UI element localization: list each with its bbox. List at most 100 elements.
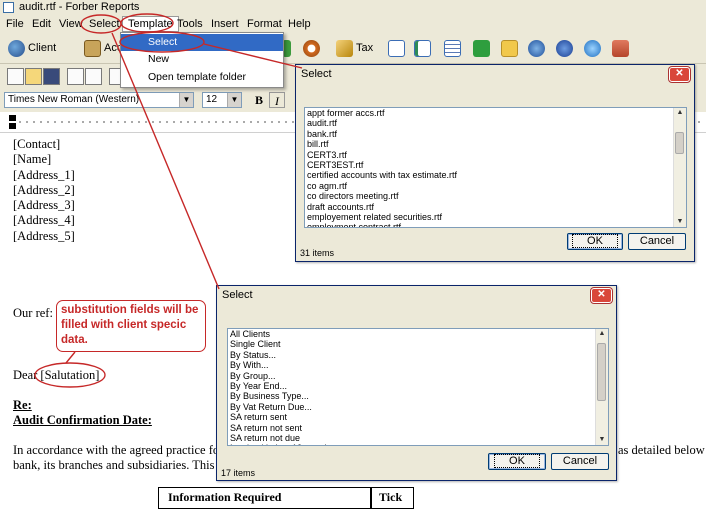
callout-pointer: [65, 351, 76, 364]
template-file-list[interactable]: appt former accs.rtf audit.rtf bank.rtf bil…: [304, 107, 687, 228]
folder-icon: [501, 39, 518, 57]
template-list-item[interactable]: employement related securities.rtf: [305, 212, 686, 222]
field-address-2[interactable]: [Address_2]: [13, 183, 75, 198]
client-list-item[interactable]: By Vat Return Due...: [228, 402, 608, 412]
re-label: Re:: [13, 398, 32, 412]
scroll-down-icon[interactable]: ▼: [596, 435, 608, 445]
font-family-value: Times New Roman (Western): [8, 94, 140, 105]
help-icon: [556, 39, 573, 57]
scroll-down-icon[interactable]: ▼: [674, 217, 686, 227]
client-filter-list[interactable]: All Clients Single Client By Status... By W…: [227, 328, 609, 446]
close-icon[interactable]: ✕: [591, 288, 612, 303]
table-header-cell-2: Tick: [370, 487, 414, 509]
template-list-item[interactable]: certified accounts with tax estimate.rtf: [305, 170, 686, 180]
client-list-item[interactable]: Invoiced in last 12 months: [228, 443, 608, 445]
download-button[interactable]: [612, 37, 632, 59]
print-preview-icon[interactable]: [85, 68, 102, 85]
client-list-item[interactable]: By Status...: [228, 350, 608, 360]
font-family-select[interactable]: Times New Roman (Western) ▼: [4, 92, 194, 108]
template-list-item[interactable]: appt former accs.rtf: [305, 108, 686, 118]
client-list-item[interactable]: SA return not due: [228, 433, 608, 443]
save-icon[interactable]: [43, 68, 60, 85]
field-contact[interactable]: [Contact]: [13, 137, 75, 152]
table-button[interactable]: [444, 37, 464, 59]
client-list-item[interactable]: Single Client: [228, 339, 608, 349]
paragraph-line-2: bank, its branches and subsidiaries. Thi…: [13, 458, 222, 472]
list-scrollbar[interactable]: ▲ ▼: [673, 108, 686, 227]
bold-button[interactable]: B: [251, 92, 267, 108]
field-address-5[interactable]: [Address_5]: [13, 229, 75, 244]
clock-button[interactable]: [303, 37, 323, 59]
cancel-button[interactable]: Cancel: [628, 233, 686, 250]
field-salutation[interactable]: [Salutation]: [40, 368, 99, 382]
menu-edit[interactable]: Edit: [27, 17, 56, 31]
scroll-up-icon[interactable]: ▲: [596, 329, 608, 339]
our-ref-text: Our ref:: [13, 306, 53, 320]
print-icon[interactable]: [67, 68, 84, 85]
menu-file[interactable]: File: [1, 17, 29, 31]
template-list-item[interactable]: audit.rtf: [305, 118, 686, 128]
close-icon[interactable]: ✕: [669, 67, 690, 82]
field-address-3[interactable]: [Address_3]: [13, 198, 75, 213]
client-button[interactable]: Client: [8, 37, 56, 59]
ok-button[interactable]: OK: [488, 453, 546, 470]
font-size-select[interactable]: 12 ▼: [202, 92, 242, 108]
client-list-item[interactable]: By Year End...: [228, 381, 608, 391]
field-address-1[interactable]: [Address_1]: [13, 168, 75, 183]
template-list-item[interactable]: co agm.rtf: [305, 181, 686, 191]
address-fields[interactable]: [Contact] [Name] [Address_1] [Address_2]…: [13, 137, 75, 244]
template-list-item[interactable]: CERT3EST.rtf: [305, 160, 686, 170]
tax-button[interactable]: Tax: [336, 37, 373, 59]
re-heading: Re: Audit Confirmation Date:: [13, 398, 152, 428]
menu-view[interactable]: View: [54, 17, 88, 31]
browser-button[interactable]: [584, 37, 604, 59]
scroll-up-icon[interactable]: ▲: [674, 108, 686, 118]
cancel-button[interactable]: Cancel: [551, 453, 609, 470]
client-list-item[interactable]: SA return sent: [228, 412, 608, 422]
accounts-button[interactable]: Acc: [84, 37, 122, 59]
client-list-item[interactable]: By Business Type...: [228, 391, 608, 401]
paragraph-line-1-end: as detailed below: [618, 443, 705, 457]
ok-button[interactable]: OK: [567, 233, 623, 250]
client-list-item[interactable]: All Clients: [228, 329, 608, 339]
checklist-button[interactable]: [414, 37, 434, 59]
list-scrollbar[interactable]: ▲ ▼: [595, 329, 608, 445]
indent-marker-bottom[interactable]: [9, 123, 16, 129]
italic-button[interactable]: I: [269, 92, 285, 108]
template-list-item[interactable]: co directors meeting.rtf: [305, 191, 686, 201]
field-name[interactable]: [Name]: [13, 152, 75, 167]
refresh-button[interactable]: [473, 37, 493, 59]
new-file-icon[interactable]: [7, 68, 24, 85]
tax-button-label: Tax: [356, 42, 374, 54]
indent-marker-top[interactable]: [9, 115, 16, 121]
template-menu-open-folder[interactable]: Open template folder: [121, 69, 283, 86]
client-list-item[interactable]: SA return not sent: [228, 423, 608, 433]
open-folder-icon[interactable]: [25, 68, 42, 85]
globe-button[interactable]: [528, 37, 548, 59]
folder-button[interactable]: [501, 37, 521, 59]
download-icon: [612, 39, 629, 57]
client-list-item[interactable]: By Group...: [228, 371, 608, 381]
template-menu-new[interactable]: New: [121, 51, 283, 68]
table-icon: [444, 39, 461, 57]
menu-select[interactable]: Select: [84, 17, 125, 31]
help-button[interactable]: [556, 37, 576, 59]
template-list-item[interactable]: bank.rtf: [305, 129, 686, 139]
menu-template[interactable]: Template: [122, 16, 179, 32]
menu-format[interactable]: Format: [242, 17, 287, 31]
edit-doc-icon: [388, 39, 405, 57]
menu-tools[interactable]: Tools: [172, 17, 208, 31]
scroll-thumb[interactable]: [675, 132, 684, 154]
template-list-item[interactable]: CERT3.rtf: [305, 150, 686, 160]
template-list-item[interactable]: bill.rtf: [305, 139, 686, 149]
field-address-4[interactable]: [Address_4]: [13, 213, 75, 228]
template-list-item[interactable]: draft accounts.rtf: [305, 202, 686, 212]
edit-doc-button[interactable]: [388, 37, 408, 59]
scroll-thumb[interactable]: [597, 343, 606, 401]
client-list-item[interactable]: By With...: [228, 360, 608, 370]
template-list-item[interactable]: employment contract.rtf: [305, 222, 686, 227]
menu-help[interactable]: Help: [283, 17, 316, 31]
template-menu-select[interactable]: Select: [121, 34, 283, 51]
menu-insert[interactable]: Insert: [206, 17, 244, 31]
table-header-cell-1: Information Required: [158, 487, 372, 509]
